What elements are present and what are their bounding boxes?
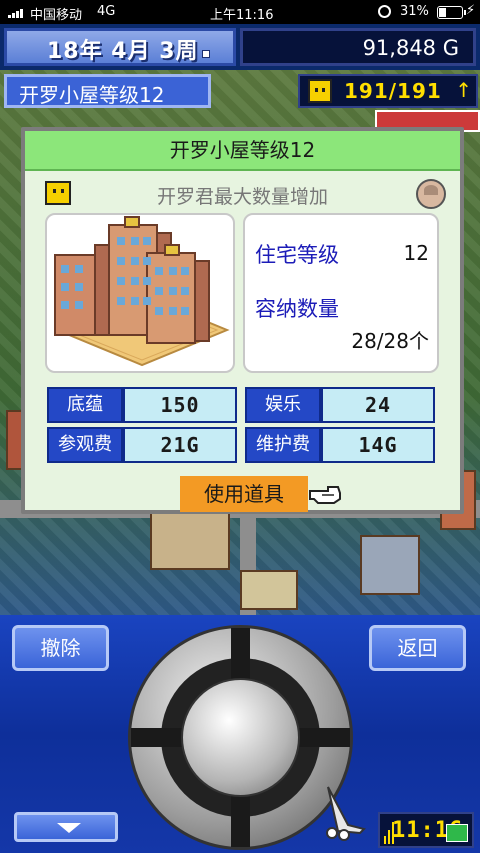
residence-level-label: 住宅等级 <box>255 243 339 267</box>
battery-icon <box>437 6 466 19</box>
stat-value-maintenance: 14G <box>321 427 435 463</box>
apartment-building-icon <box>54 216 230 367</box>
stat-label-maintenance: 维护费 <box>245 427 321 463</box>
back-button[interactable]: 返回 <box>369 625 466 671</box>
date-display: 18年 4月 3周 <box>4 28 236 66</box>
money-display: 91,848 G <box>240 28 476 66</box>
down-arrow-icon <box>57 823 81 833</box>
use-item-button[interactable]: 使用道具 <box>180 476 308 512</box>
resident-face-icon <box>308 79 332 103</box>
capacity-up-arrow: ↑ <box>455 78 472 102</box>
stats-grid: 底蕴 150 娱乐 24 参观费 21G 维护费 14G <box>47 387 439 469</box>
building-image <box>45 213 235 373</box>
info-card: 住宅等级 12 容纳数量 28/28个 <box>243 213 439 373</box>
capacity-value-text: 28/28个 <box>351 329 429 353</box>
residence-level-value: 12 <box>403 241 429 265</box>
date-dot <box>201 50 210 58</box>
battery-percent: 31% <box>400 4 429 19</box>
directional-pad[interactable] <box>128 625 353 850</box>
facility-title: 开罗小屋等级12 <box>4 74 211 108</box>
status-bar: 中国移动 4G 上午11:16 31% ⚡ <box>0 0 480 24</box>
dialog-title: 开罗小屋等级12 <box>25 131 460 171</box>
network-type: 4G <box>97 4 116 19</box>
stat-value-heritage: 150 <box>123 387 237 423</box>
carrier-name: 中国移动 <box>30 8 83 23</box>
scroll-down-button[interactable] <box>14 812 118 842</box>
clock-time: 上午11:16 <box>210 8 274 23</box>
stat-label-visit-fee: 参观费 <box>47 427 123 463</box>
capacity-display: 191/191 ↑ <box>298 74 478 108</box>
capacity-label: 容纳数量 <box>255 297 339 321</box>
stat-label-heritage: 底蕴 <box>47 387 123 423</box>
dialog-subtitle: 开罗君最大数量增加 <box>156 186 328 208</box>
charging-icon: ⚡ <box>466 3 476 18</box>
stat-value-entertainment: 24 <box>321 387 435 423</box>
grandma-avatar-icon <box>416 179 446 209</box>
signal-icon <box>8 7 26 18</box>
pointing-hand-icon[interactable] <box>308 483 342 505</box>
speed-boost-icon[interactable] <box>446 824 468 842</box>
date-text: 18年 4月 3周 <box>47 39 199 64</box>
stat-value-visit-fee: 21G <box>123 427 237 463</box>
stat-label-entertainment: 娱乐 <box>245 387 321 423</box>
seagull-icon <box>326 786 366 841</box>
dpad-center-button[interactable] <box>181 678 300 797</box>
capacity-value: 191/191 <box>344 79 442 103</box>
facility-dialog: 开罗小屋等级12 开罗君最大数量增加 住宅等级 12 容纳数量 28/28个 底… <box>21 127 464 514</box>
rotation-lock-icon <box>378 5 391 18</box>
dialog-body: 开罗君最大数量增加 住宅等级 12 容纳数量 28/28个 底蕴 150 娱乐 … <box>25 171 460 512</box>
remove-button[interactable]: 撤除 <box>12 625 109 671</box>
